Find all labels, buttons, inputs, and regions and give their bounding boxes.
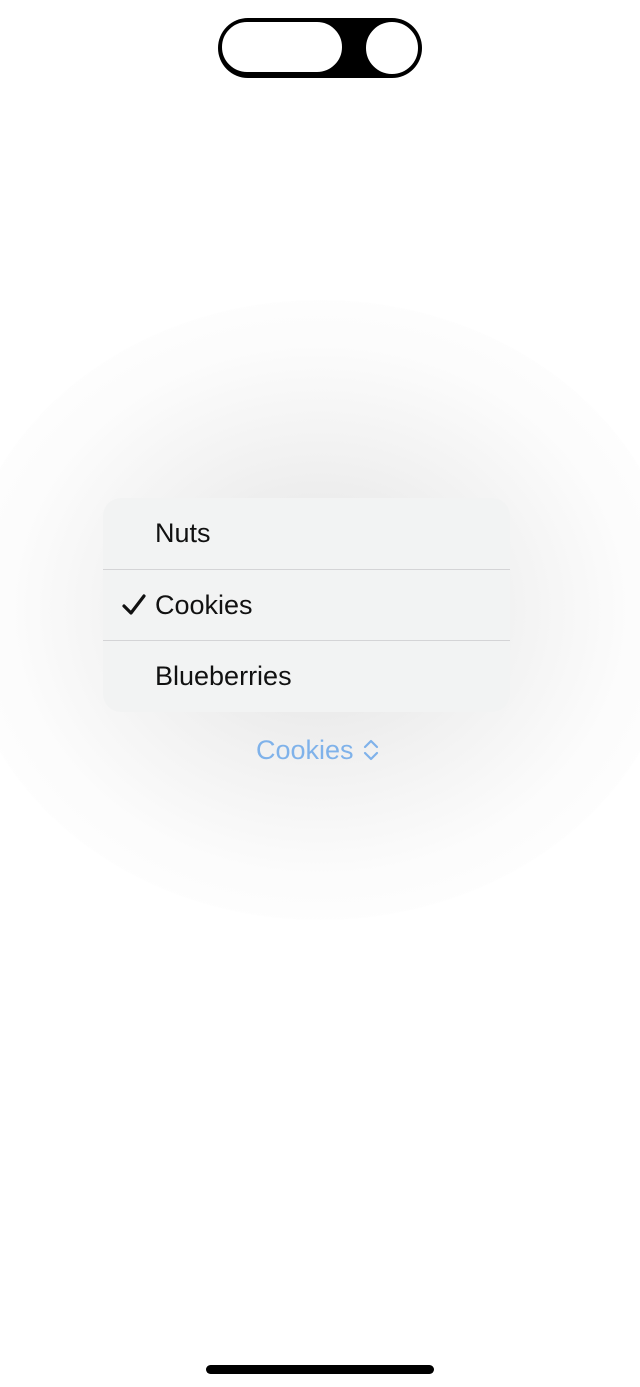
menu-item-cookies[interactable]: Cookies: [103, 569, 510, 640]
home-indicator[interactable]: [206, 1365, 434, 1374]
checkmark-icon: [122, 594, 146, 615]
chevron-up-down-icon: [363, 739, 378, 761]
menu-item-label: Cookies: [155, 589, 253, 620]
menu-item-nuts[interactable]: Nuts: [103, 498, 510, 569]
island-left-pill: [220, 20, 344, 74]
picker-menu: Nuts Cookies Blueberries: [103, 498, 510, 712]
menu-item-label: Blueberries: [155, 660, 292, 691]
picker-selected-label: Cookies: [256, 734, 354, 765]
island-right-circle: [364, 20, 420, 76]
menu-item-label: Nuts: [155, 518, 211, 548]
dynamic-island: [218, 18, 422, 78]
picker-button[interactable]: Cookies: [256, 730, 380, 770]
menu-item-blueberries[interactable]: Blueberries: [103, 640, 510, 711]
screen: Nuts Cookies Blueberries Cookies: [0, 0, 640, 1387]
